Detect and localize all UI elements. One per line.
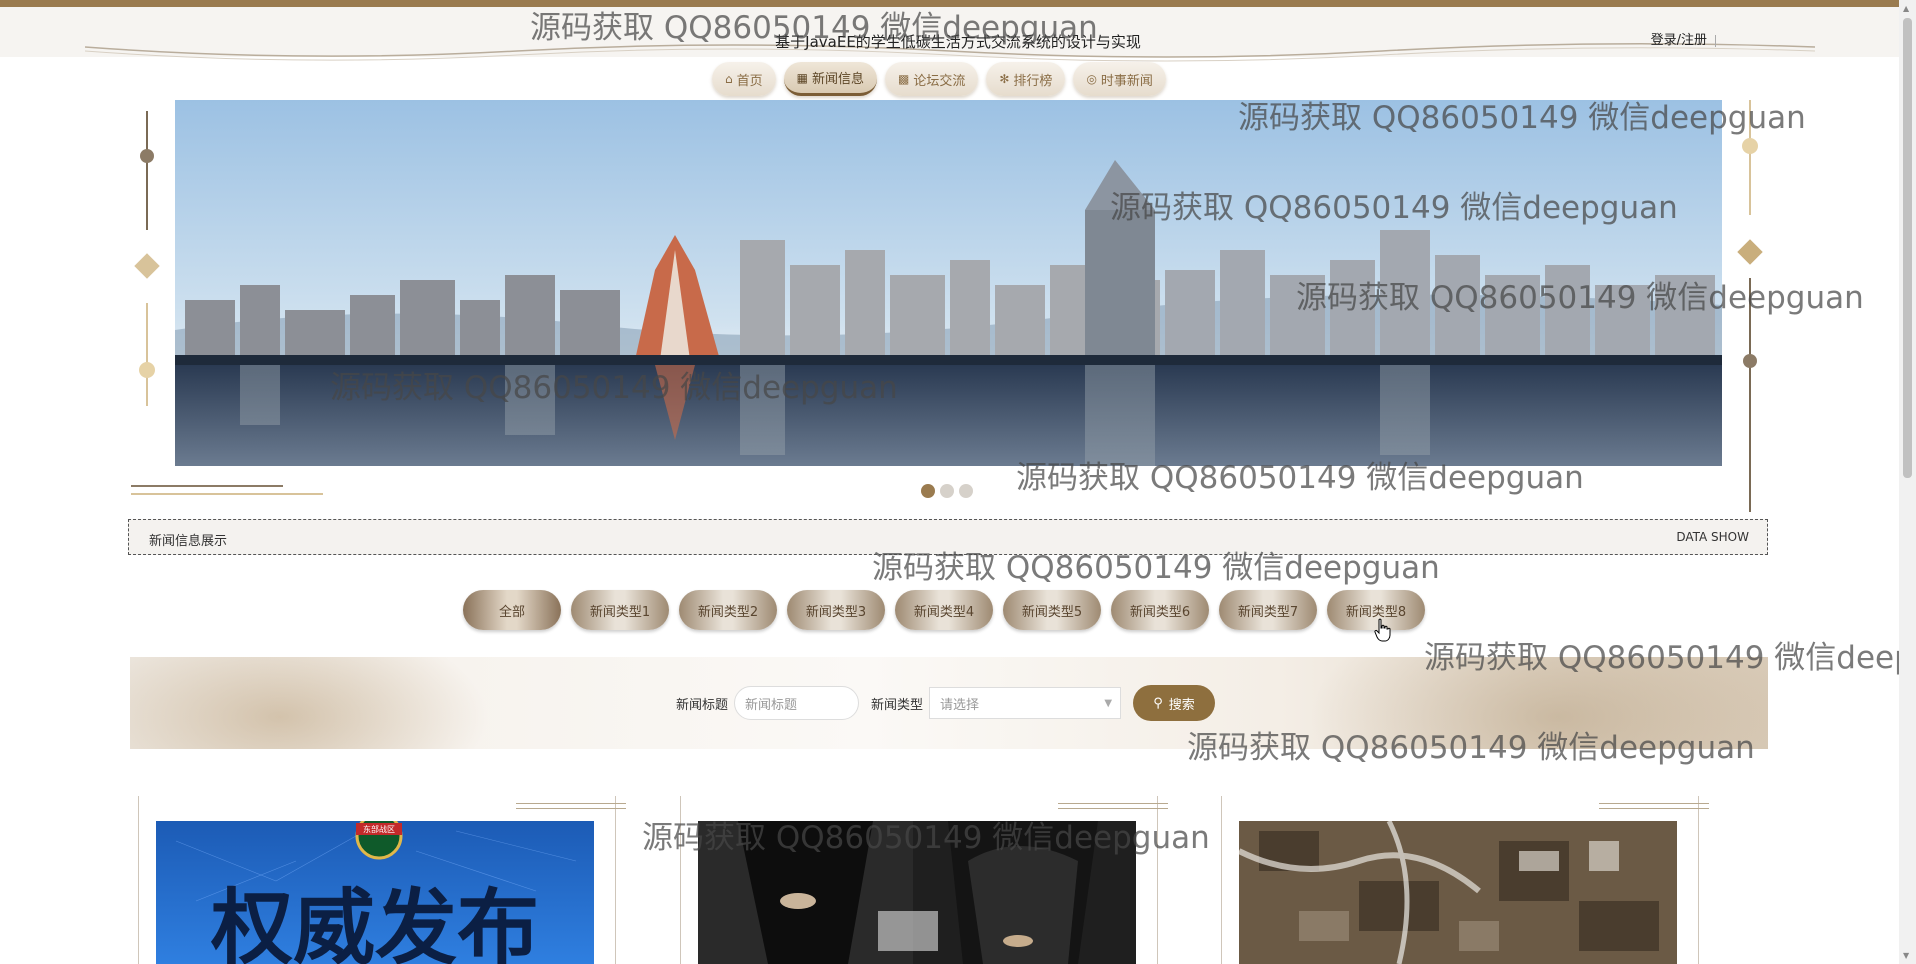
nav-item-current-news[interactable]: ◎ 时事新闻 [1073, 62, 1166, 96]
nav-item-ranking[interactable]: ✻ 排行榜 [986, 62, 1066, 96]
news-card[interactable] [670, 796, 1168, 964]
scrollbar-thumb[interactable] [1903, 18, 1912, 478]
nav-item-home[interactable]: ⌂ 首页 [712, 62, 776, 96]
section-subtitle: DATA SHOW [1676, 530, 1749, 544]
card-border-left [1221, 796, 1222, 964]
news-card-image[interactable]: 东部战区 权威发布 [156, 821, 594, 964]
scroll-up-arrow-icon[interactable]: ▲ [1903, 4, 1909, 13]
satellite-terrain-image [1239, 821, 1677, 964]
card-headline-text: 权威发布 [210, 881, 539, 964]
search-button-label: 搜索 [1168, 697, 1195, 713]
section-title: 新闻信息展示 [149, 534, 228, 549]
category-type-2[interactable]: 新闻类型2 [679, 590, 777, 630]
carousel-dot-3[interactable] [959, 484, 973, 498]
chevron-down-icon: ▼ [1104, 697, 1113, 709]
news-card[interactable]: 东部战区 权威发布 [128, 796, 626, 964]
card-border-right [1698, 796, 1699, 964]
right-frame-decoration [1737, 100, 1763, 512]
card-border-left [138, 796, 139, 964]
card-corner-decoration [1599, 803, 1709, 809]
site-title: 基于JavaEE的学生低碳生活方式交流系统的设计与实现 [775, 33, 1141, 51]
nav-item-label: 首页 [736, 73, 763, 89]
military-announcement-image: 东部战区 权威发布 [156, 821, 594, 964]
forum-icon: ▩ [898, 72, 910, 86]
vertical-scrollbar[interactable]: ▲ ▼ [1899, 0, 1916, 964]
news-type-select[interactable]: 请选择 ▼ [929, 687, 1122, 719]
news-card[interactable] [1211, 796, 1709, 964]
news-card-image[interactable] [1239, 821, 1677, 964]
news-title-input[interactable]: 新闻标题 [734, 686, 860, 720]
nav-item-forum[interactable]: ▩ 论坛交流 [885, 62, 979, 96]
news-icon: ▦ [796, 70, 808, 85]
card-corner-decoration [1058, 803, 1168, 809]
card-border-right [615, 796, 616, 964]
news-title-label: 新闻标题 [676, 697, 729, 713]
news-title-placeholder: 新闻标题 [745, 697, 798, 713]
card-border-left [680, 796, 681, 964]
nav-item-label: 排行榜 [1013, 73, 1053, 89]
people-photo-image [698, 821, 1136, 964]
category-all[interactable]: 全部 [463, 590, 561, 630]
news-card-image[interactable] [698, 821, 1136, 964]
home-icon: ⌂ [725, 72, 733, 86]
carousel-indicators [921, 484, 973, 498]
hand-cursor-icon [1374, 618, 1391, 642]
nav-item-label: 论坛交流 [913, 73, 966, 89]
category-type-6[interactable]: 新闻类型6 [1111, 590, 1209, 630]
category-type-4[interactable]: 新闻类型4 [895, 590, 993, 630]
search-icon: ⚲ [1153, 695, 1163, 711]
news-type-placeholder: 请选择 [940, 697, 980, 713]
main-nav: ⌂ 首页 ▦ 新闻信息 ▩ 论坛交流 ✻ 排行榜 ◎ 时事新闻 [712, 62, 1166, 96]
category-filter: 全部 新闻类型1 新闻类型2 新闻类型3 新闻类型4 新闻类型5 新闻类型6 新… [463, 590, 1425, 630]
category-type-5[interactable]: 新闻类型5 [1003, 590, 1101, 630]
carousel-dot-1[interactable] [921, 484, 935, 498]
search-form: 新闻标题 新闻标题 新闻类型 请选择 ▼ ⚲ 搜索 [676, 685, 1216, 721]
category-type-1[interactable]: 新闻类型1 [571, 590, 669, 630]
city-skyline-image [175, 100, 1722, 466]
nav-item-news[interactable]: ▦ 新闻信息 [783, 62, 877, 96]
section-header: 新闻信息展示 DATA SHOW [128, 519, 1768, 555]
card-border-right [1157, 796, 1158, 964]
top-accent-bar [0, 0, 1916, 7]
card-corner-decoration [516, 803, 626, 809]
login-register-label[interactable]: 登录/注册 [1651, 33, 1707, 48]
header: 基于JavaEE的学生低碳生活方式交流系统的设计与实现 登录/注册 [0, 7, 1916, 62]
search-button[interactable]: ⚲ 搜索 [1133, 685, 1216, 721]
login-separator [1715, 34, 1716, 47]
scroll-down-arrow-icon[interactable]: ▼ [1903, 951, 1909, 960]
card-badge-text: 东部战区 [363, 824, 395, 834]
globe-icon: ◎ [1086, 72, 1097, 86]
ranking-icon: ✻ [999, 72, 1010, 86]
carousel-dot-2[interactable] [940, 484, 954, 498]
nav-item-label: 新闻信息 [811, 72, 864, 87]
nav-item-label: 时事新闻 [1100, 73, 1153, 89]
category-type-3[interactable]: 新闻类型3 [787, 590, 885, 630]
category-type-7[interactable]: 新闻类型7 [1219, 590, 1317, 630]
login-register-link[interactable]: 登录/注册 [1651, 29, 1716, 48]
hero-carousel[interactable] [175, 100, 1722, 466]
news-type-label: 新闻类型 [871, 697, 924, 713]
search-panel: 新闻标题 新闻标题 新闻类型 请选择 ▼ ⚲ 搜索 [130, 657, 1768, 749]
